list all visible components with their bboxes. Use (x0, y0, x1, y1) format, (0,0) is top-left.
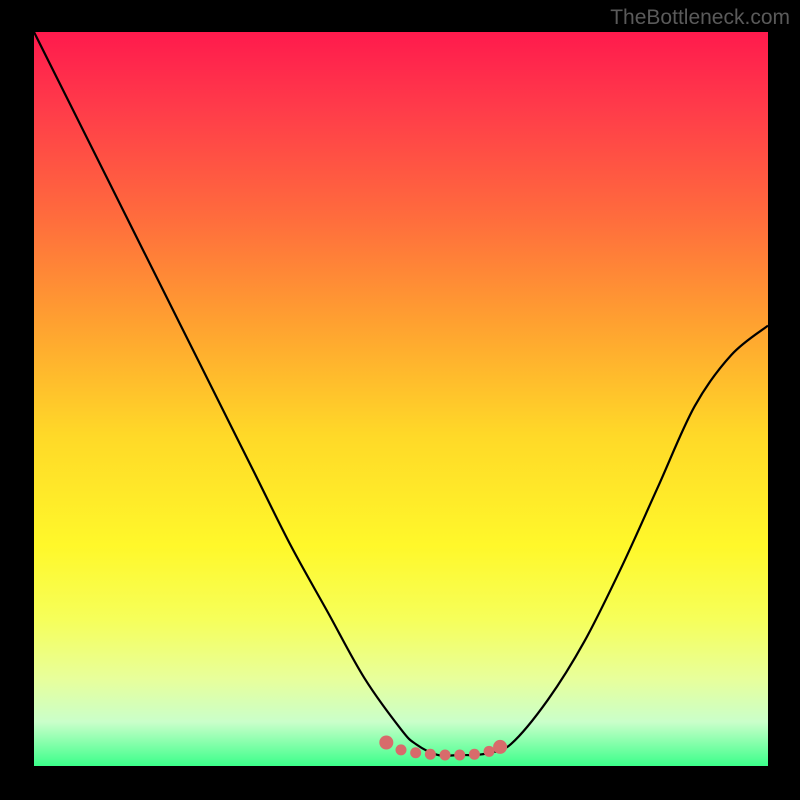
highlight-marker (454, 749, 465, 760)
chart-svg (34, 32, 768, 766)
highlight-marker (484, 746, 495, 757)
chart-area (34, 32, 768, 766)
bottleneck-curve (34, 32, 768, 756)
highlight-marker (410, 747, 421, 758)
highlight-marker (440, 749, 451, 760)
highlight-marker (379, 736, 393, 750)
highlight-marker (469, 749, 480, 760)
highlight-marker (396, 744, 407, 755)
highlight-marker (493, 740, 507, 754)
watermark-text: TheBottleneck.com (610, 6, 790, 30)
marker-group (379, 736, 507, 761)
highlight-marker (425, 749, 436, 760)
